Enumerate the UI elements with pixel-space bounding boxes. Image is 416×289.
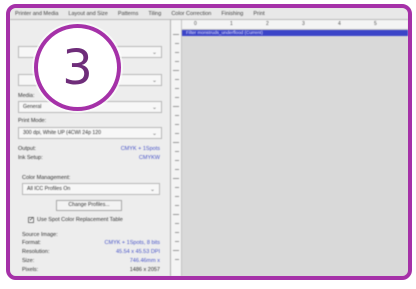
ruler-tick bbox=[175, 196, 179, 197]
highlight-frame: Printer and Media Layout and Size Patter… bbox=[6, 4, 412, 280]
chevron-down-icon: ⌄ bbox=[152, 50, 158, 56]
ruler-tick bbox=[175, 61, 179, 62]
tab-finishing[interactable]: Finishing bbox=[216, 11, 248, 17]
chevron-down-icon: ⌄ bbox=[152, 131, 158, 137]
chevron-down-icon: ⌄ bbox=[152, 105, 158, 111]
ruler-tick bbox=[173, 250, 179, 251]
ruler-number: 0 bbox=[194, 21, 197, 27]
color-management-label: Color Management: bbox=[22, 175, 71, 181]
ruler-tick bbox=[175, 115, 179, 116]
ruler-number: 2 bbox=[266, 21, 269, 27]
size-label: Size: bbox=[22, 258, 35, 264]
pixels-label: Pixels: bbox=[22, 267, 39, 273]
ruler-tick bbox=[175, 205, 179, 206]
source-image-label: Source Image: bbox=[22, 232, 58, 238]
media-select-value: General bbox=[23, 104, 42, 110]
ruler-tick bbox=[175, 223, 179, 224]
ruler-tick bbox=[175, 259, 179, 260]
ruler-tick bbox=[173, 106, 179, 107]
output-label: Output: bbox=[18, 146, 37, 152]
ruler-tick bbox=[175, 232, 179, 233]
ruler-tick bbox=[175, 169, 179, 170]
ruler-tick bbox=[175, 124, 179, 125]
resolution-value: 45.54 x 45.53 DPI bbox=[115, 249, 160, 255]
step-number: 3 bbox=[62, 39, 93, 96]
print-mode-label: Print Mode: bbox=[18, 118, 47, 124]
ruler-tick bbox=[175, 187, 179, 188]
resolution-label: Resolution: bbox=[22, 249, 50, 255]
ruler-tick bbox=[175, 79, 179, 80]
ruler-tick bbox=[173, 70, 179, 71]
pixels-value: 1486 x 2057 bbox=[129, 267, 160, 273]
color-management-select[interactable]: All ICC Profiles On ⌄ bbox=[22, 183, 160, 195]
size-value: 746.46mm x bbox=[129, 258, 160, 264]
format-label: Format: bbox=[22, 240, 41, 246]
output-value: CMYK + 1Spots bbox=[120, 146, 160, 152]
horizontal-ruler: 0 1 2 3 4 5 bbox=[182, 20, 408, 30]
tab-patterns[interactable]: Patterns bbox=[113, 11, 143, 17]
step-badge: 3 bbox=[34, 24, 121, 111]
spot-color-checkbox[interactable]: ✓ bbox=[28, 217, 34, 223]
media-label: Media: bbox=[18, 93, 35, 99]
ruler-tick bbox=[173, 142, 179, 143]
spot-color-checkbox-label: Use Spot Color Replacement Table bbox=[37, 217, 123, 223]
ruler-tick bbox=[175, 160, 179, 161]
change-profiles-button[interactable]: Change Profiles... bbox=[56, 200, 122, 211]
ruler-tick bbox=[173, 214, 179, 215]
print-mode-select-value: 300 dpi, White UP (4CWI 24p 120 bbox=[23, 130, 102, 136]
ruler-number: 3 bbox=[302, 21, 305, 27]
tab-layout-and-size[interactable]: Layout and Size bbox=[63, 11, 112, 17]
vertical-ruler bbox=[171, 20, 182, 276]
ruler-tick bbox=[173, 178, 179, 179]
preview-canvas[interactable]: Filter monstruds_underflood (Current) bbox=[182, 30, 408, 276]
tab-color-correction[interactable]: Color Correction bbox=[166, 11, 216, 17]
tab-print[interactable]: Print bbox=[248, 11, 269, 17]
tab-tiling[interactable]: Tiling bbox=[143, 11, 166, 17]
ruler-tick bbox=[175, 151, 179, 152]
ruler-tick bbox=[175, 133, 179, 134]
ink-setup-label: Ink Setup: bbox=[18, 155, 43, 161]
color-management-select-value: All ICC Profiles On bbox=[27, 186, 71, 192]
ruler-tick bbox=[175, 52, 179, 53]
tab-printer-and-media[interactable]: Printer and Media bbox=[10, 11, 63, 17]
ruler-number: 1 bbox=[230, 21, 233, 27]
ruler-tick bbox=[175, 97, 179, 98]
print-mode-select[interactable]: 300 dpi, White UP (4CWI 24p 120 ⌄ bbox=[18, 127, 162, 139]
ink-setup-value: CMYKW bbox=[138, 155, 160, 161]
format-value: CMYK + 1Spots, 8 bits bbox=[104, 240, 160, 246]
tab-bar: Printer and Media Layout and Size Patter… bbox=[10, 8, 408, 20]
ruler-tick bbox=[173, 34, 179, 35]
ruler-tick bbox=[175, 88, 179, 89]
current-file-bar[interactable]: Filter monstruds_underflood (Current) bbox=[182, 30, 408, 36]
ruler-number: 5 bbox=[374, 21, 377, 27]
ruler-tick bbox=[175, 43, 179, 44]
ruler-tick bbox=[175, 241, 179, 242]
ruler-number: 4 bbox=[338, 21, 341, 27]
chevron-down-icon: ⌄ bbox=[150, 187, 156, 193]
chevron-down-icon: ⌄ bbox=[152, 78, 158, 84]
